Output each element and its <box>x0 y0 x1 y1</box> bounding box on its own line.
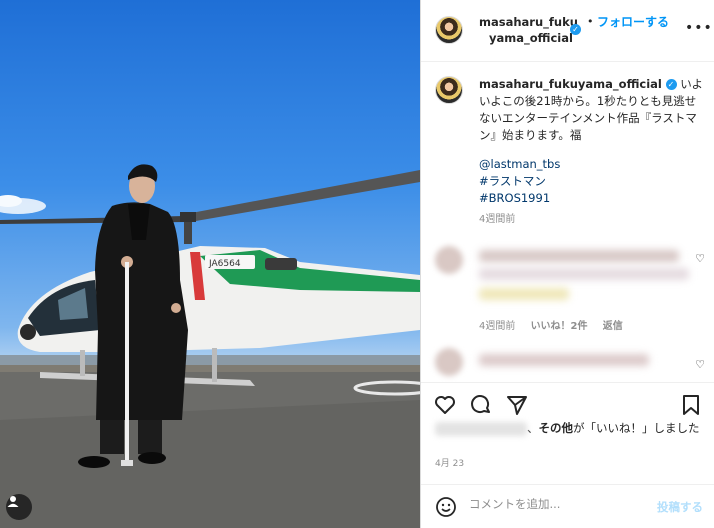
liker-name-blurred[interactable] <box>435 421 527 436</box>
post-comment-button[interactable]: 投稿する <box>657 499 703 515</box>
comment-item: ♡ 4週間前 いいね！2件 返信 <box>421 240 714 340</box>
comment-avatar[interactable] <box>435 348 463 376</box>
caption-username[interactable]: masaharu_fukuyama_official <box>479 77 662 91</box>
likes-text: 、その他が「いいね！」しました <box>527 421 700 435</box>
author-username[interactable]: masaharu_fuku yama_official <box>479 14 578 46</box>
more-icon[interactable]: ••• <box>685 20 713 36</box>
heart-icon[interactable] <box>433 393 457 417</box>
comment-avatar[interactable] <box>435 246 463 274</box>
comment-text-blurred <box>479 250 679 262</box>
svg-text:JA6564: JA6564 <box>208 259 241 269</box>
comment-item: ♡ <box>421 344 714 380</box>
post-header: masaharu_fuku yama_official ✓ • フォローする •… <box>421 0 714 62</box>
caption-text: masaharu_fukuyama_official ✓ いよいよこの後21時か… <box>479 76 705 144</box>
comment-likes[interactable]: いいね！2件 <box>531 321 588 332</box>
post-photo[interactable]: JA6564 <box>0 0 420 528</box>
hashtag-link[interactable]: #ラストマン <box>479 173 560 190</box>
comment-icon[interactable] <box>469 393 493 417</box>
share-icon[interactable] <box>505 393 529 417</box>
bookmark-icon[interactable] <box>679 393 703 417</box>
separator-dot: • <box>587 15 594 28</box>
caption-avatar[interactable] <box>435 76 463 104</box>
verified-badge-icon: ✓ <box>570 24 581 35</box>
comment-input[interactable] <box>469 497 649 511</box>
user-tag-icon <box>7 496 19 507</box>
comment-text-blurred <box>479 268 689 280</box>
reply-button[interactable]: 返信 <box>603 321 623 332</box>
tagged-users-button[interactable] <box>6 494 32 520</box>
caption-links: @lastman_tbs #ラストマン #BROS1991 <box>479 156 560 207</box>
mention-link[interactable]: @lastman_tbs <box>479 156 560 173</box>
post-date[interactable]: 4月 23 <box>435 456 464 469</box>
emoji-icon[interactable] <box>435 496 457 518</box>
comment-text-blurred <box>479 288 569 300</box>
caption-timestamp[interactable]: 4週間前 <box>479 210 515 225</box>
username-line-1: masaharu_fuku <box>479 15 578 29</box>
author-avatar[interactable] <box>435 16 463 44</box>
likes-summary[interactable]: 、その他が「いいね！」しました <box>435 420 705 437</box>
add-comment-bar: 投稿する <box>421 484 714 528</box>
comment-time[interactable]: 4週間前 <box>479 321 515 332</box>
username-line-2: yama_official <box>489 31 573 45</box>
comment-like-icon[interactable]: ♡ <box>695 358 705 371</box>
verified-badge-icon: ✓ <box>665 79 677 90</box>
likes-others-link[interactable]: その他 <box>539 421 574 435</box>
comment-like-icon[interactable]: ♡ <box>695 252 705 265</box>
comment-text-blurred <box>479 354 649 366</box>
post-side-panel: masaharu_fuku yama_official ✓ • フォローする •… <box>420 0 714 528</box>
comment-meta: 4週間前 いいね！2件 返信 <box>479 317 635 332</box>
hashtag-link[interactable]: #BROS1991 <box>479 190 560 207</box>
helicopter-photo-illustration: JA6564 <box>0 164 420 528</box>
follow-button[interactable]: フォローする <box>597 13 669 30</box>
caption: masaharu_fukuyama_official ✓ いよいよこの後21時か… <box>421 62 714 232</box>
